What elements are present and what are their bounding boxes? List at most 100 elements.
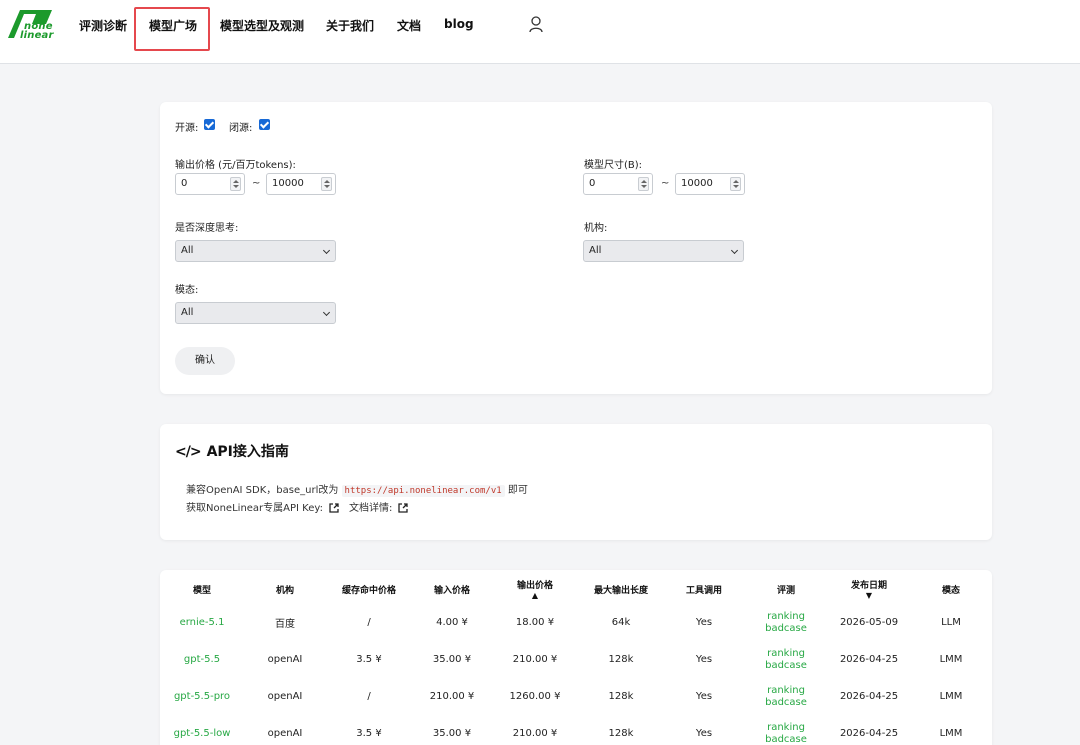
- cell-cache-price: 3.5 ¥: [356, 654, 382, 665]
- nav-item-model-selection[interactable]: 模型选型及观测: [220, 17, 304, 34]
- size-max-stepper[interactable]: [730, 177, 741, 191]
- closed-source-label: 闭源:: [229, 123, 253, 134]
- cell-modality: LLM: [941, 617, 961, 628]
- price-max-input[interactable]: 10000: [266, 173, 336, 195]
- cell-cache-price: /: [367, 691, 371, 702]
- cell-input-price: 35.00 ¥: [432, 728, 472, 739]
- size-range-separator: ~: [661, 178, 670, 189]
- external-link-icon[interactable]: [398, 503, 408, 513]
- col-header-output-price[interactable]: 输出价格 ▲: [492, 570, 578, 604]
- cell-max-output: 128k: [608, 691, 634, 702]
- ranking-link[interactable]: ranking: [744, 611, 828, 623]
- org-select[interactable]: All: [583, 240, 744, 262]
- cell-tool-call: Yes: [695, 654, 713, 665]
- modality-select[interactable]: All: [175, 302, 336, 324]
- cell-output-price: 1260.00 ¥: [509, 691, 561, 702]
- cell-max-output: 128k: [608, 654, 634, 665]
- api-guide-heading: </> API接入指南: [175, 441, 289, 461]
- table-row: gpt-5.5-low openAI 3.5 ¥ 35.00 ¥ 210.00 …: [160, 715, 992, 745]
- col-header-release-date[interactable]: 发布日期 ▼: [828, 570, 910, 604]
- api-guide-panel: </> API接入指南 兼容OpenAI SDK，base_url改为 https…: [160, 424, 992, 540]
- user-icon[interactable]: [528, 15, 544, 33]
- price-min-stepper[interactable]: [230, 177, 241, 191]
- cell-modality: LMM: [939, 654, 963, 665]
- size-max-input[interactable]: 10000: [675, 173, 745, 195]
- size-min-input[interactable]: 0: [583, 173, 653, 195]
- external-link-icon[interactable]: [329, 503, 339, 513]
- cell-eval: ranking badcase: [744, 715, 828, 745]
- deep-think-select[interactable]: All: [175, 240, 336, 262]
- col-header-org[interactable]: 机构: [244, 570, 326, 604]
- cell-org: openAI: [267, 654, 303, 665]
- model-name-link[interactable]: ernie-5.1: [160, 604, 244, 641]
- cell-tool-call: Yes: [695, 728, 713, 739]
- closed-source-checkbox[interactable]: [259, 119, 270, 130]
- model-name-link[interactable]: gpt-5.5-pro: [160, 678, 244, 715]
- cell-modality: LMM: [939, 728, 963, 739]
- table-row: gpt-5.5 openAI 3.5 ¥ 35.00 ¥ 210.00 ¥ 12…: [160, 641, 992, 678]
- sort-desc-icon: ▼: [865, 591, 873, 600]
- price-min-input[interactable]: 0: [175, 173, 245, 195]
- table-row: gpt-5.5-pro openAI / 210.00 ¥ 1260.00 ¥ …: [160, 678, 992, 715]
- cell-max-output: 64k: [611, 617, 631, 628]
- cell-tool-call: Yes: [695, 691, 713, 702]
- size-min-stepper[interactable]: [638, 177, 649, 191]
- model-name-link[interactable]: gpt-5.5: [160, 641, 244, 678]
- nav-item-eval[interactable]: 评测诊断: [79, 17, 127, 34]
- model-table-panel: 模型 机构 缓存命中价格 输入价格 输出价格 ▲ 最大输出长度 工具调用 评测 发…: [160, 570, 992, 745]
- filter-panel: 开源: 闭源: 输出价格 (元/百万tokens): 0 ~ 10000 模型尺…: [160, 102, 992, 394]
- cell-release-date: 2026-05-09: [839, 617, 899, 628]
- cell-org: openAI: [267, 728, 303, 739]
- col-header-input-price[interactable]: 输入价格: [412, 570, 492, 604]
- chevron-down-icon: [730, 246, 739, 255]
- price-range-separator: ~: [252, 178, 261, 189]
- nav-item-about[interactable]: 关于我们: [326, 17, 374, 34]
- nav-item-blog[interactable]: blog: [444, 17, 474, 31]
- model-table: 模型 机构 缓存命中价格 输入价格 输出价格 ▲ 最大输出长度 工具调用 评测 发…: [160, 570, 992, 745]
- cell-release-date: 2026-04-25: [839, 691, 899, 702]
- ranking-link[interactable]: ranking: [744, 722, 828, 734]
- price-max-stepper[interactable]: [321, 177, 332, 191]
- nav-item-docs[interactable]: 文档: [397, 17, 421, 34]
- base-url-code: https://api.nonelinear.com/v1: [341, 485, 505, 497]
- badcase-link[interactable]: badcase: [744, 697, 828, 709]
- api-base-url-line: 兼容OpenAI SDK，base_url改为 https://api.none…: [186, 485, 528, 497]
- open-source-checkbox[interactable]: [204, 119, 215, 130]
- col-header-modality[interactable]: 模态: [910, 570, 992, 604]
- badcase-link[interactable]: badcase: [744, 734, 828, 745]
- cell-max-output: 128k: [608, 728, 634, 739]
- cell-eval: ranking badcase: [744, 641, 828, 678]
- api-key-label: 获取NoneLinear专属API Key:: [186, 503, 323, 514]
- col-header-max-output[interactable]: 最大输出长度: [578, 570, 664, 604]
- cell-org: 百度: [275, 619, 295, 630]
- cell-eval: ranking badcase: [744, 678, 828, 715]
- chevron-down-icon: [322, 246, 331, 255]
- cell-input-price: 4.00 ¥: [436, 617, 468, 628]
- table-header-row: 模型 机构 缓存命中价格 输入价格 输出价格 ▲ 最大输出长度 工具调用 评测 发…: [160, 570, 992, 604]
- docs-detail-label: 文档详情:: [348, 503, 393, 514]
- nav-item-model-plaza[interactable]: 模型广场: [149, 17, 197, 34]
- cell-input-price: 35.00 ¥: [432, 654, 472, 665]
- api-key-line: 获取NoneLinear专属API Key: 文档详情:: [186, 499, 418, 514]
- col-header-model[interactable]: 模型: [160, 570, 244, 604]
- open-source-label: 开源:: [175, 123, 199, 134]
- ranking-link[interactable]: ranking: [744, 685, 828, 697]
- col-header-eval[interactable]: 评测: [744, 570, 828, 604]
- col-header-cache-price[interactable]: 缓存命中价格: [326, 570, 412, 604]
- table-row: ernie-5.1 百度 / 4.00 ¥ 18.00 ¥ 64k Yes ra…: [160, 604, 992, 641]
- cell-modality: LMM: [939, 691, 963, 702]
- confirm-button[interactable]: 确认: [175, 347, 235, 375]
- cell-release-date: 2026-04-25: [839, 728, 899, 739]
- model-name-link[interactable]: gpt-5.5-low: [160, 715, 244, 745]
- ranking-link[interactable]: ranking: [744, 648, 828, 660]
- badcase-link[interactable]: badcase: [744, 660, 828, 672]
- api-guide-title: API接入指南: [206, 444, 289, 460]
- cell-org: openAI: [267, 691, 303, 702]
- price-label: 输出价格 (元/百万tokens):: [175, 160, 296, 171]
- badcase-link[interactable]: badcase: [744, 623, 828, 635]
- size-label: 模型尺寸(B):: [584, 160, 643, 171]
- cell-output-price: 210.00 ¥: [512, 654, 558, 665]
- top-nav-bar: none linear 评测诊断 模型广场 模型选型及观测 关于我们 文档 bl…: [0, 0, 1080, 64]
- col-header-tool-call[interactable]: 工具调用: [664, 570, 744, 604]
- brand-logo[interactable]: none linear: [6, 8, 58, 42]
